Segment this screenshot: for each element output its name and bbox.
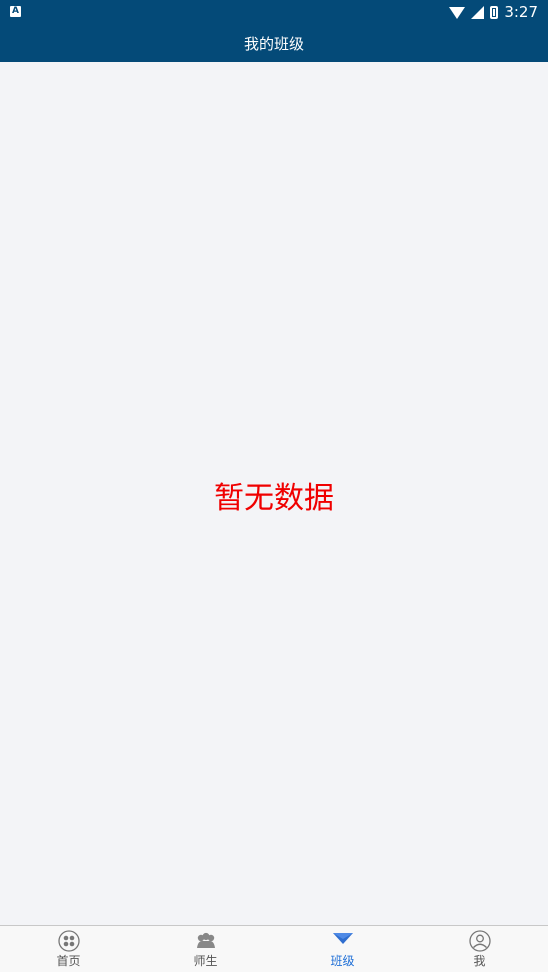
tab-people-label: 师生	[193, 954, 218, 968]
tab-home[interactable]: 首页	[0, 926, 137, 972]
wifi-icon	[449, 7, 466, 19]
notification-icon-letter: A	[12, 6, 19, 16]
empty-message: 暂无数据	[214, 481, 334, 516]
empty-state: 暂无数据	[0, 475, 548, 516]
tab-class-label: 班级	[330, 954, 355, 968]
battery-icon	[490, 5, 499, 19]
home-grid-icon	[57, 930, 80, 952]
tab-me-label: 我	[473, 954, 486, 968]
page-header: 我的班级	[0, 24, 548, 62]
tab-me[interactable]: 我	[411, 926, 548, 972]
cell-signal-icon	[471, 5, 485, 19]
class-triangle-icon	[332, 933, 353, 944]
status-right-group: 3:27	[449, 0, 538, 24]
status-time: 3:27	[504, 3, 538, 21]
page-title: 我的班级	[243, 34, 304, 53]
tab-people[interactable]: 师生	[137, 926, 274, 972]
status-bar: A 3:27	[0, 0, 548, 24]
tab-class[interactable]: 班级	[274, 926, 411, 972]
user-icon	[468, 930, 491, 952]
tab-home-label: 首页	[56, 954, 81, 968]
bottom-tab-bar: 首页 师生 班级 我	[0, 925, 548, 972]
notification-icon: A	[10, 6, 21, 17]
people-icon	[196, 932, 215, 948]
